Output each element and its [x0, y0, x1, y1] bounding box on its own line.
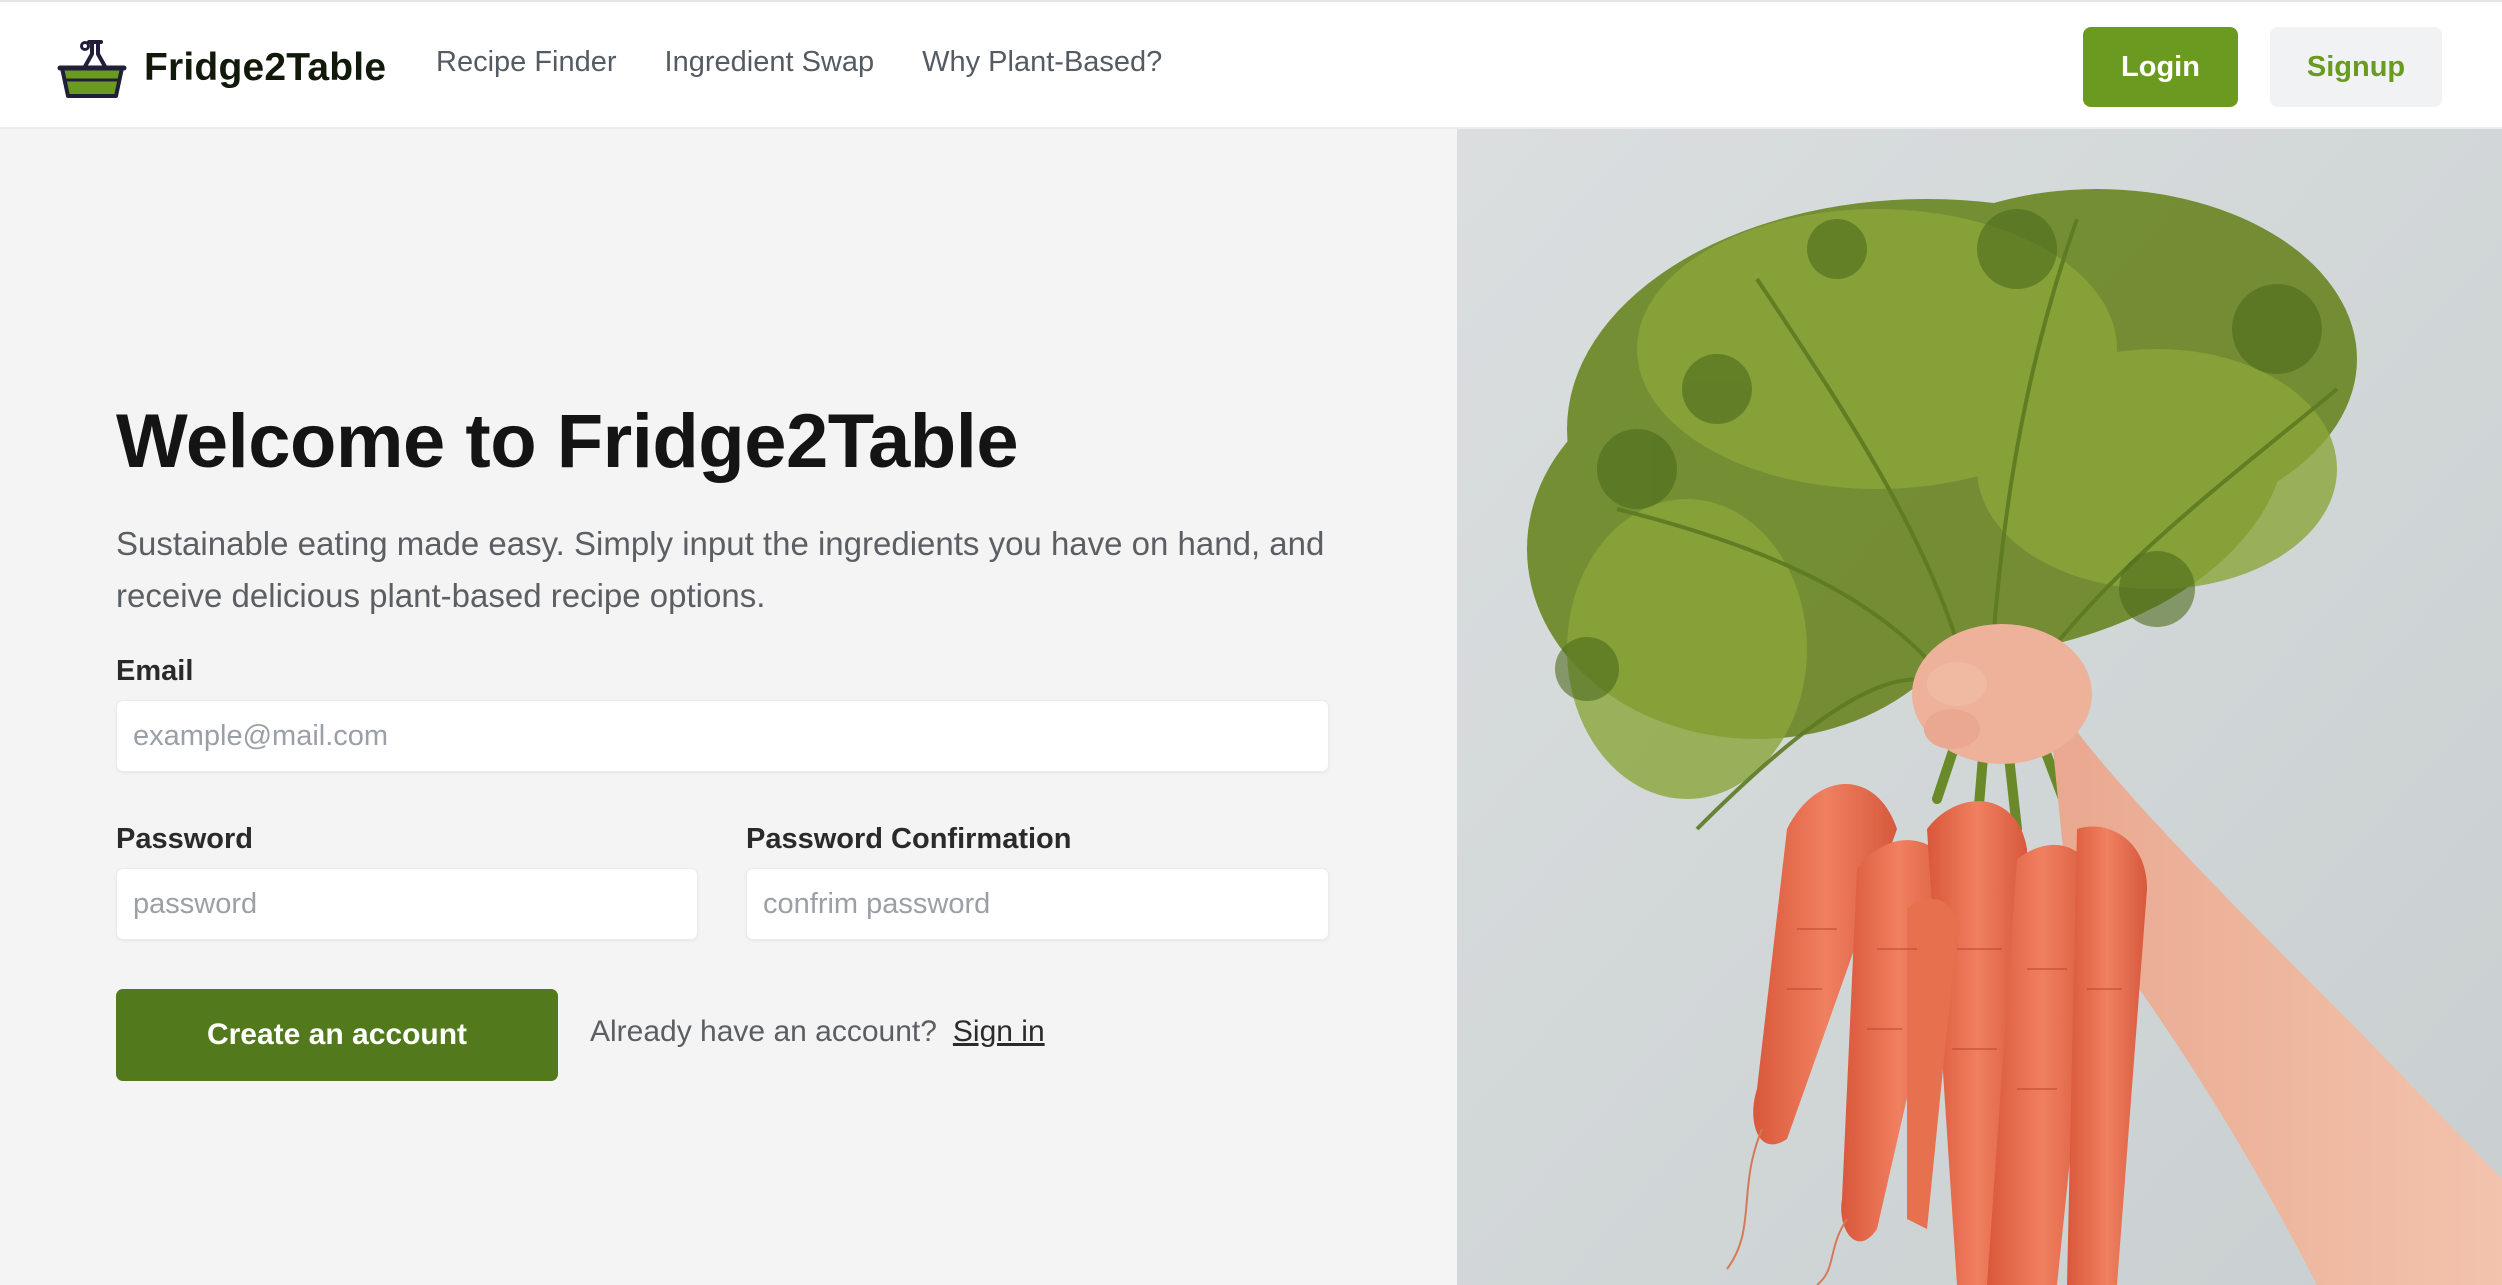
top-navbar: Fridge2Table Recipe Finder Ingredient Sw… [0, 0, 2502, 129]
signup-button[interactable]: Signup [2270, 27, 2442, 107]
carrots-illustration [1457, 129, 2502, 1285]
login-button[interactable]: Login [2083, 27, 2238, 107]
password-confirmation-field[interactable] [746, 868, 1329, 940]
password-confirmation-label: Password Confirmation [746, 823, 1072, 855]
hero-image-carrots [1457, 129, 2502, 1285]
password-field[interactable] [116, 868, 698, 940]
email-field[interactable] [116, 700, 1329, 772]
nav-why-plant-based[interactable]: Why Plant-Based? [922, 46, 1162, 79]
page-subtitle: Sustainable eating made easy. Simply inp… [116, 525, 1325, 614]
create-account-button[interactable]: Create an account [116, 989, 558, 1081]
email-label: Email [116, 655, 194, 687]
brand-name: Fridge2Table [144, 46, 387, 89]
main-nav: Recipe Finder Ingredient Swap Why Plant-… [436, 46, 1162, 79]
brand[interactable]: Fridge2Table [56, 32, 386, 104]
signin-link[interactable]: Sign in [953, 1015, 1045, 1049]
signin-prompt: Already have an account? Sign in [590, 1015, 1045, 1049]
nav-recipe-finder[interactable]: Recipe Finder [436, 46, 617, 79]
signin-prompt-text: Already have an account? [590, 1015, 937, 1048]
password-label: Password [116, 823, 253, 855]
basket-flask-icon [57, 40, 127, 98]
nav-ingredient-swap[interactable]: Ingredient Swap [665, 46, 875, 79]
page-title: Welcome to Fridge2Table [116, 399, 1019, 484]
